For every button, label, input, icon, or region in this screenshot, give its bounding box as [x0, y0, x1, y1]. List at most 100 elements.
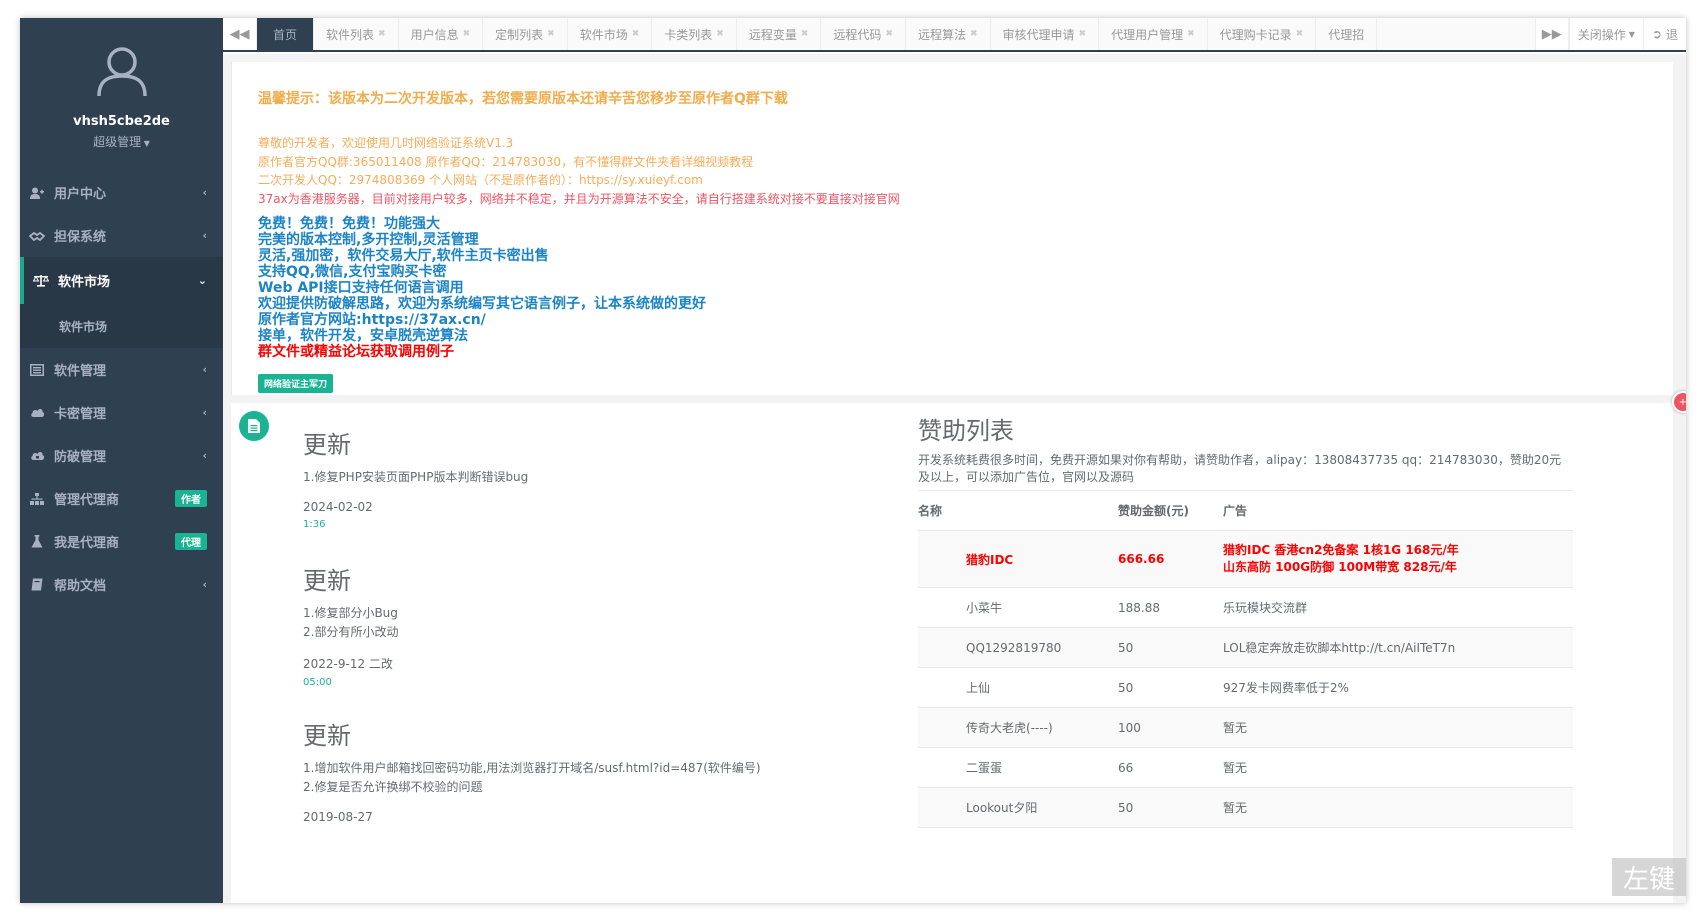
tab-review-agent-apply[interactable]: 审核代理申请 ✖	[991, 18, 1100, 50]
sponsor-title: 赞助列表	[918, 417, 1014, 445]
ad-line: 山东高防 100G防御 100M带宽 828元/年	[1223, 560, 1457, 574]
watermark: 左键	[1612, 858, 1686, 896]
timeline-date: 2022-9-12 二改	[303, 657, 393, 671]
tab-user-info[interactable]: 用户信息 ✖	[399, 18, 484, 50]
sponsor-ad: 暂无	[1223, 747, 1573, 788]
sponsor-amount: 50	[1118, 667, 1223, 708]
sidebar-item-anti-crack[interactable]: 防破管理 ‹	[20, 434, 223, 477]
close-icon[interactable]: ✖	[1187, 29, 1195, 39]
sidebar-subitem-software-market[interactable]: 软件市场	[20, 304, 223, 348]
close-icon[interactable]: ✖	[970, 29, 978, 39]
close-icon[interactable]: ✖	[547, 29, 555, 39]
tab-label: 代理购卡记录	[1219, 27, 1292, 42]
sidebar-item-software-manage[interactable]: 软件管理 ‹	[20, 348, 223, 391]
tab-label: 远程变量	[748, 27, 797, 42]
ad-line: 猎豹IDC 香港cn2免备案 1核1G 168元/年	[1223, 543, 1459, 557]
sponsor-table: 名称 赞助金额(元) 广告 猎豹IDC 666.66 猎豹IDC 香港cn2免备…	[918, 490, 1573, 828]
sidebar-item-label: 卡密管理	[54, 407, 107, 422]
chevron-left-icon: ‹	[202, 186, 207, 199]
notice-lines: 尊敬的开发者，欢迎使用几时网络验证系统V1.3 原作者官方QQ群:3650114…	[258, 134, 1673, 208]
close-icon[interactable]: ✖	[378, 29, 386, 39]
table-row: 小菜牛 188.88 乐玩模块交流群	[918, 587, 1573, 628]
sidebar-item-manage-agents[interactable]: 管理代理商 作者	[20, 477, 223, 520]
notice-line: 尊敬的开发者，欢迎使用几时网络验证系统V1.3	[258, 136, 514, 150]
tab-software-list[interactable]: 软件列表 ✖	[314, 18, 399, 50]
sidebar-item-label: 用户中心	[54, 187, 107, 202]
avatar-icon[interactable]	[95, 44, 149, 98]
column-header-amount: 赞助金额(元)	[1118, 490, 1223, 531]
exit-button[interactable]: ➲ 退	[1642, 18, 1686, 50]
lower-content: 更新 1.修复PHP安装页面PHP版本判断错误bug 2024-02-02 1:…	[231, 403, 1673, 903]
role-label: 超级管理	[93, 135, 142, 149]
timeline-title: 更新	[303, 431, 351, 459]
table-row: QQ1292819780 50 LOL稳定奔放走砍脚本http://t.cn/A…	[918, 627, 1573, 668]
tab-scroll-left-button[interactable]: ◀◀	[223, 18, 257, 50]
sponsor-name: 小菜牛	[918, 587, 1118, 628]
role-dropdown[interactable]: 超级管理 ▼	[20, 133, 223, 150]
timeline-line: 1.修复PHP安装页面PHP版本判断错误bug	[303, 470, 529, 484]
feature-item-link[interactable]: 原作者官方网站:https://37ax.cn/	[258, 312, 1673, 328]
timeline-date: 2019-08-27	[303, 810, 373, 824]
tab-scroll-right-button[interactable]: ▶▶	[1534, 18, 1569, 50]
tab-label: 卡类列表	[664, 27, 713, 42]
close-icon[interactable]: ✖	[632, 29, 640, 39]
column-header-ad: 广告	[1223, 490, 1573, 531]
sidebar-item-card-manage[interactable]: 卡密管理 ‹	[20, 391, 223, 434]
floating-action-button[interactable]: +	[1672, 391, 1686, 413]
tab-custom-list[interactable]: 定制列表 ✖	[483, 18, 568, 50]
close-icon[interactable]: ✖	[716, 29, 724, 39]
sponsor-ad: 乐玩模块交流群	[1223, 587, 1573, 628]
tab-remote-variables[interactable]: 远程变量 ✖	[737, 18, 822, 50]
notice-title: 温馨提示：该版本为二次开发版本，若您需要原版本还请辛苦您移步至原作者Q群下载	[258, 91, 788, 107]
notice-line: 原作者官方QQ群:365011408 原作者QQ：214783030，有不懂得群…	[258, 154, 754, 169]
sponsor-name: 二蛋蛋	[918, 747, 1118, 788]
sidebar-item-user-center[interactable]: 用户中心 ‹	[20, 171, 223, 214]
scale-icon	[32, 274, 50, 288]
close-icon[interactable]: ✖	[801, 29, 809, 39]
tab-label: 首页	[273, 27, 298, 42]
close-ops-label: 关闭操作	[1577, 27, 1626, 42]
sidebar-item-help-docs[interactable]: 帮助文档 ‹	[20, 563, 223, 606]
close-icon[interactable]: ✖	[463, 29, 471, 39]
tab-remote-code[interactable]: 远程代码 ✖	[821, 18, 906, 50]
sponsor-description: 开发系统耗费很多时间，免费开源如果对你有帮助，请赞助作者，alipay：1380…	[918, 453, 1562, 484]
sponsor-name: Lookout夕阳	[918, 787, 1118, 828]
timeline-title: 更新	[303, 567, 351, 595]
tab-agent-user-manage[interactable]: 代理用户管理 ✖	[1099, 18, 1208, 50]
app-window: vhsh5cbe2de 超级管理 ▼ 用户中心 ‹ 担保系统 ‹ 软件市场 ⌄ …	[20, 18, 1686, 903]
sidebar-item-i-am-agent[interactable]: 我是代理商 代理	[20, 520, 223, 563]
tab-home[interactable]: 首页	[257, 18, 315, 50]
table-row: 猎豹IDC 666.66 猎豹IDC 香港cn2免备案 1核1G 168元/年山…	[918, 530, 1573, 588]
sidebar-item-label: 帮助文档	[54, 579, 107, 594]
sidebar-item-software-market[interactable]: 软件市场 ⌄	[20, 257, 223, 304]
table-row: Lookout夕阳 50 暂无	[918, 787, 1573, 828]
sponsor-ad: 暂无	[1223, 787, 1573, 828]
tab-strip: 首页 软件列表 ✖ 用户信息 ✖ 定制列表 ✖ 软件市场 ✖ 卡类列表 ✖ 远程变量 ✖ 远…	[257, 18, 1535, 50]
close-icon[interactable]: ✖	[1079, 29, 1087, 39]
close-icon[interactable]: ✖	[1296, 29, 1304, 39]
feature-item: 接单，软件开发，安卓脱壳逆算法	[258, 328, 468, 344]
table-header-row: 名称 赞助金额(元) 广告	[918, 490, 1573, 531]
sponsor-amount: 66	[1118, 747, 1223, 788]
close-icon[interactable]: ✖	[885, 29, 893, 39]
agent-badge: 代理	[175, 533, 207, 550]
tab-agent-card-records[interactable]: 代理购卡记录 ✖	[1208, 18, 1317, 50]
feature-list: 免费！免费！免费！功能强大 完美的版本控制,多开控制,灵活管理 灵活,强加密，软…	[258, 216, 1673, 360]
sidebar-nav: 用户中心 ‹ 担保系统 ‹ 软件市场 ⌄ 软件市场 软件管理 ‹ 卡密管理 ‹ …	[20, 171, 223, 606]
sidebar-item-guarantee[interactable]: 担保系统 ‹	[20, 214, 223, 257]
sponsor-name: 上仙	[918, 667, 1118, 708]
tab-card-type-list[interactable]: 卡类列表 ✖	[652, 18, 737, 50]
sponsor-amount: 666.66	[1118, 530, 1223, 588]
table-row: 二蛋蛋 66 暂无	[918, 747, 1573, 788]
tab-agent-recruit[interactable]: 代理招	[1316, 18, 1378, 50]
sponsor-ad: 猎豹IDC 香港cn2免备案 1核1G 168元/年 山东高防 100G防御 10…	[1223, 530, 1573, 588]
list-icon	[28, 363, 46, 377]
timeline-entry: 更新 1.增加软件用户邮箱找回密码功能,用法浏览器打开域名/susf.html?…	[303, 716, 883, 824]
tab-software-market[interactable]: 软件市场 ✖	[568, 18, 653, 50]
notice-line: 二次开发人QQ：2974808369 个人网站（不是原作者的）：https://…	[258, 173, 703, 187]
chevron-down-icon: ⌄	[197, 274, 207, 287]
close-ops-dropdown[interactable]: 关闭操作 ▼	[1568, 18, 1643, 50]
tab-remote-algorithm[interactable]: 远程算法 ✖	[906, 18, 991, 50]
tag-button[interactable]: 网络验证主军刀	[258, 374, 334, 393]
sidebar-item-label: 防破管理	[54, 450, 107, 465]
